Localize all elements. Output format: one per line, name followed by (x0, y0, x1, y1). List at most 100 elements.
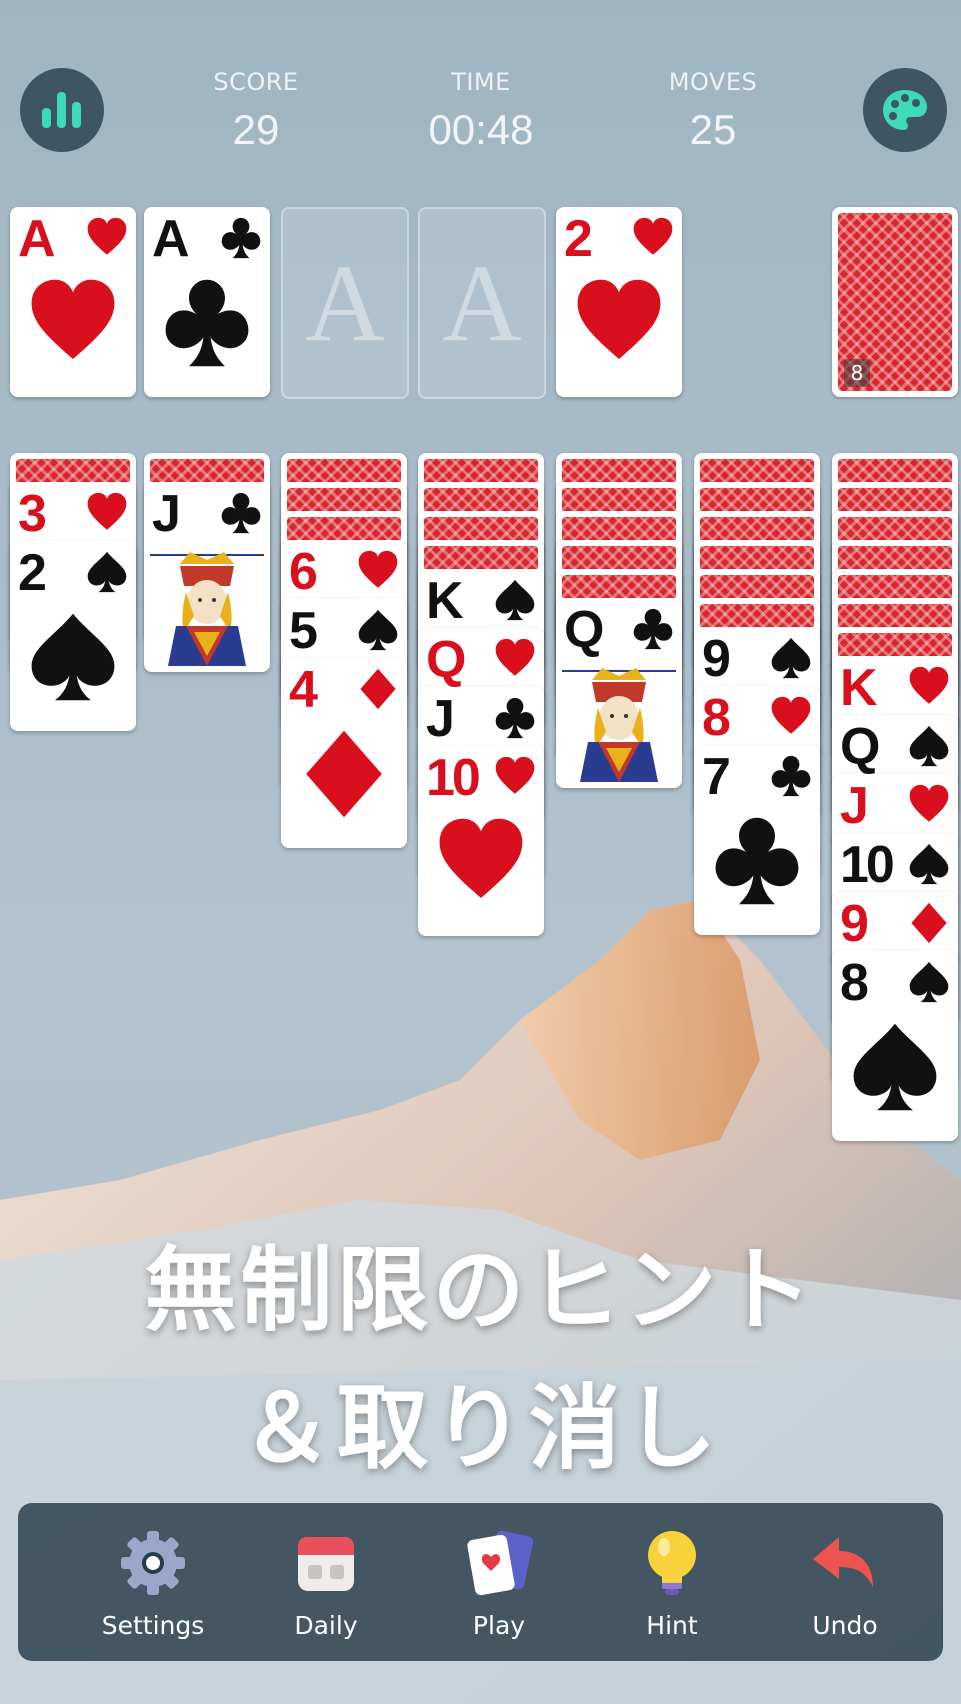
bottom-nav: Settings Daily Play Hint Undo (18, 1503, 943, 1661)
card-rank: Q (426, 631, 466, 689)
stats-button[interactable] (20, 68, 104, 152)
tableau-card[interactable]: 10 (418, 746, 544, 936)
moves-stat: MOVES 25 (623, 68, 803, 154)
card-rank: 4 (289, 661, 318, 719)
daily-button[interactable]: Daily (256, 1527, 396, 1640)
hearts-suit-icon (87, 217, 127, 255)
game-board: SCORE 29 TIME 00:48 MOVES 25 AAAA2832J65… (0, 0, 961, 1704)
score-stat: SCORE 29 (166, 68, 346, 154)
tableau-card[interactable]: 2 (10, 541, 136, 731)
calendar-icon (298, 1537, 354, 1591)
card-rank: J (426, 690, 455, 748)
card-rank: 3 (18, 485, 47, 543)
foundation-placeholder-letter: A (305, 241, 385, 364)
diamonds-suit-icon (306, 730, 382, 818)
tableau-card[interactable]: 4 (281, 658, 407, 848)
clubs-suit-icon (495, 697, 535, 739)
gear-icon (121, 1531, 185, 1595)
foundation-card[interactable]: A (10, 207, 136, 397)
spades-suit-icon (853, 1023, 937, 1111)
card-rank: 9 (702, 630, 731, 688)
tableau-card[interactable]: 7 (694, 745, 820, 935)
hearts-suit-icon (495, 756, 535, 794)
queen-portrait (562, 662, 676, 782)
foundation-slot-empty[interactable]: A (418, 207, 546, 399)
clubs-suit-icon (633, 608, 673, 650)
hearts-suit-icon (87, 492, 127, 530)
hearts-suit-icon (771, 696, 811, 734)
foundation-slot-empty[interactable]: A (281, 207, 409, 399)
spades-suit-icon (31, 613, 115, 701)
card-rank: 6 (289, 543, 318, 601)
stock-pile[interactable]: 8 (832, 207, 958, 397)
card-rank: K (840, 659, 878, 717)
moves-label: MOVES (668, 68, 758, 96)
spades-suit-icon (909, 843, 949, 885)
daily-label: Daily (294, 1611, 358, 1640)
settings-button[interactable]: Settings (83, 1527, 223, 1640)
card-rank: K (426, 572, 464, 630)
card-rank: 8 (840, 954, 869, 1012)
clubs-suit-icon (221, 492, 261, 534)
hearts-suit-icon (31, 279, 115, 359)
score-value: 29 (232, 106, 280, 153)
lightbulb-icon (648, 1531, 696, 1595)
tableau-card[interactable]: 8 (832, 951, 958, 1141)
clubs-suit-icon (221, 217, 261, 259)
waste-card[interactable]: 2 (556, 207, 682, 397)
tableau-card[interactable]: Q (556, 598, 682, 788)
card-rank: 10 (840, 836, 895, 894)
promo-banner-line2: ＆取り消し (240, 1375, 721, 1482)
spades-suit-icon (358, 609, 398, 651)
card-rank: 7 (702, 748, 731, 806)
card-rank: J (840, 777, 869, 835)
card-rank: A (152, 210, 190, 268)
hearts-suit-icon (909, 784, 949, 822)
spades-suit-icon (909, 961, 949, 1003)
hint-label: Hint (646, 1611, 698, 1640)
foundation-card[interactable]: A (144, 207, 270, 397)
settings-label: Settings (101, 1611, 205, 1640)
undo-label: Undo (812, 1611, 878, 1640)
hearts-suit-icon (577, 279, 661, 359)
undo-button[interactable]: Undo (775, 1527, 915, 1640)
play-button[interactable]: Play (429, 1527, 569, 1640)
hearts-suit-icon (439, 818, 523, 898)
card-rank: J (152, 485, 181, 543)
hearts-suit-icon (495, 638, 535, 676)
hearts-suit-icon (909, 666, 949, 704)
promo-banner-line1: 無制限のヒント (144, 1237, 817, 1344)
theme-button[interactable] (863, 68, 947, 152)
card-rank: 5 (289, 602, 318, 660)
card-rank: 2 (18, 544, 47, 602)
spades-suit-icon (87, 551, 127, 593)
palette-icon (883, 90, 927, 130)
stock-count: 8 (844, 359, 870, 387)
tableau-card[interactable]: J (144, 482, 270, 672)
card-rank: Q (564, 601, 604, 659)
stats-icon (42, 92, 81, 128)
hearts-suit-icon (633, 217, 673, 255)
foundation-placeholder-letter: A (442, 241, 522, 364)
clubs-suit-icon (165, 279, 249, 367)
hint-button[interactable]: Hint (602, 1527, 742, 1640)
card-rank: 10 (426, 749, 481, 807)
undo-arrow-icon (813, 1537, 873, 1587)
clubs-suit-icon (771, 755, 811, 797)
cards-icon (467, 1530, 534, 1596)
time-stat: TIME 00:48 (391, 68, 571, 154)
spades-suit-icon (771, 637, 811, 679)
time-value: 00:48 (428, 106, 534, 153)
diamonds-suit-icon (911, 902, 947, 944)
spades-suit-icon (909, 725, 949, 767)
clubs-suit-icon (715, 817, 799, 905)
time-label: TIME (451, 68, 511, 96)
jack-portrait (150, 546, 264, 666)
hearts-suit-icon (358, 550, 398, 588)
spades-suit-icon (495, 579, 535, 621)
card-rank: A (18, 210, 56, 268)
moves-value: 25 (689, 106, 737, 153)
card-rank: Q (840, 718, 880, 776)
card-rank: 8 (702, 689, 731, 747)
score-label: SCORE (213, 68, 299, 96)
